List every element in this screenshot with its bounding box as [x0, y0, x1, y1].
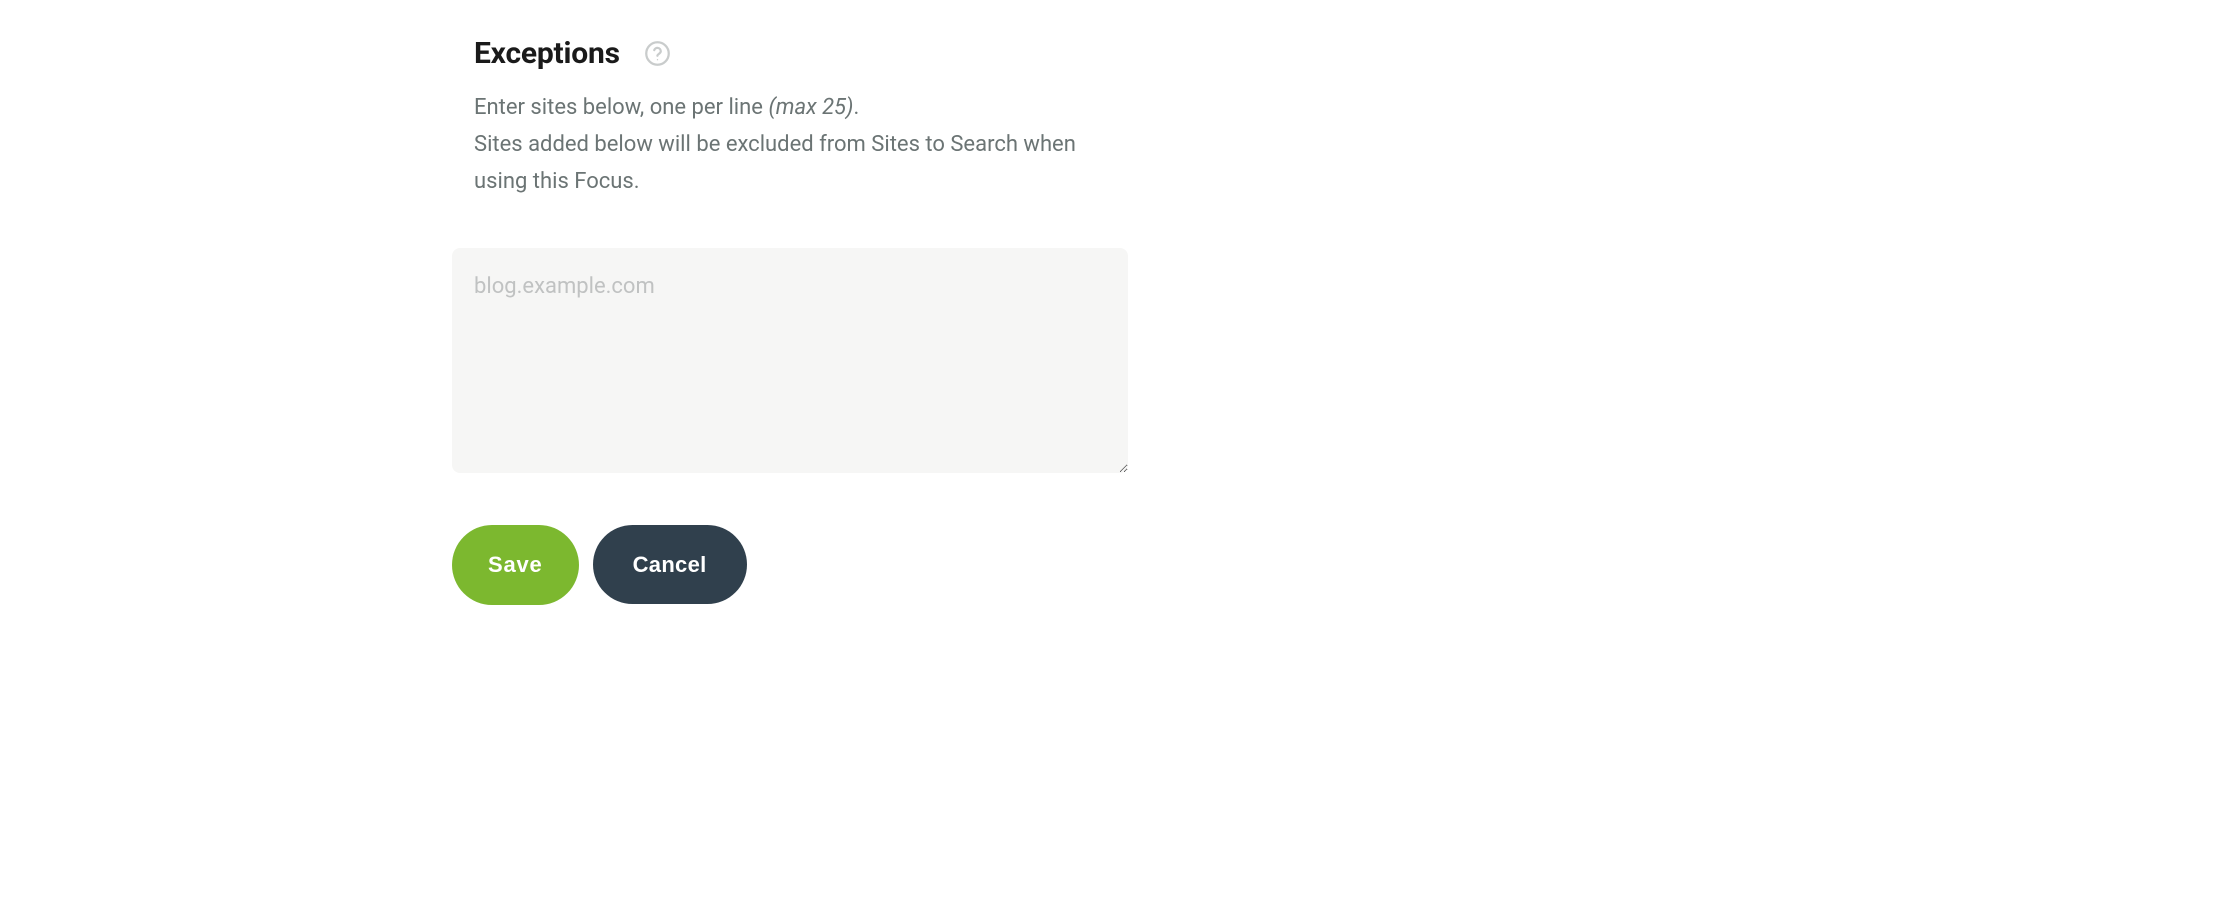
help-icon[interactable] — [644, 40, 671, 67]
desc-max-note: (max 25) — [768, 95, 853, 120]
desc-period: . — [853, 95, 859, 120]
cancel-button[interactable]: Cancel — [593, 525, 747, 604]
desc-prefix: Enter sites below, one per line — [474, 95, 768, 120]
section-description: Enter sites below, one per line (max 25)… — [474, 89, 1128, 200]
desc-line2: Sites added below will be excluded from … — [474, 132, 1076, 194]
exceptions-textarea[interactable] — [452, 248, 1128, 473]
save-button[interactable]: Save — [452, 525, 579, 605]
section-title: Exceptions — [474, 36, 620, 71]
button-row: Save Cancel — [452, 525, 1128, 605]
